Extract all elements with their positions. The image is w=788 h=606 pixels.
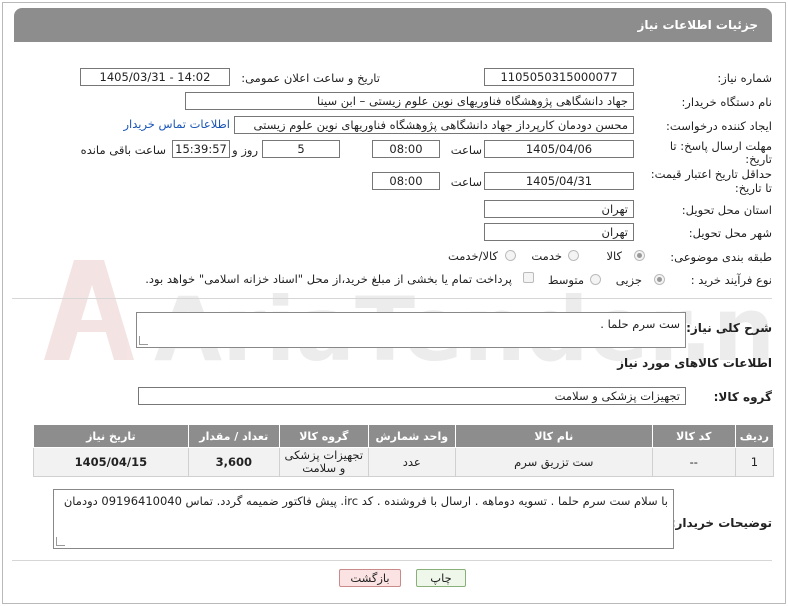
print-button[interactable]: چاپ xyxy=(416,569,466,587)
need-number-field: 1105050315000077 xyxy=(484,68,634,86)
announce-label: تاریخ و ساعت اعلان عمومی: xyxy=(241,71,380,85)
col-header-code: کد کالا xyxy=(651,424,736,448)
category-radio-goods[interactable] xyxy=(634,250,645,261)
process-radio-medium[interactable] xyxy=(590,274,601,285)
requester-label: ایجاد کننده درخواست: xyxy=(666,119,772,133)
buyer-org-label: نام دستگاه خریدار: xyxy=(681,95,772,109)
col-header-qty: تعداد / مقدار xyxy=(187,424,280,448)
category-label: طبقه بندی موضوعی: xyxy=(670,250,772,264)
city-field: تهران xyxy=(484,223,634,241)
category-option-goods: کالا xyxy=(606,249,622,263)
process-option-medium: متوسط xyxy=(547,273,584,287)
cell-unit: عدد xyxy=(367,447,456,477)
buyer-notes-label: توضیحات خریدار: xyxy=(670,516,772,530)
payment-note: پرداخت تمام یا بخشی از مبلغ خرید،از محل … xyxy=(145,272,512,286)
reply-date-field: 1405/04/06 xyxy=(484,140,634,158)
need-number-label: شماره نیاز: xyxy=(717,71,772,85)
city-label: شهر محل تحویل: xyxy=(688,226,772,240)
process-option-minor: جزیی xyxy=(615,273,642,287)
requester-field: محسن دودمان کارپرداز جهاد دانشگاهی پژوهش… xyxy=(234,116,634,134)
price-date-field: 1405/04/31 xyxy=(484,172,634,190)
price-time-field: 08:00 xyxy=(372,172,440,190)
price-time-label: ساعت xyxy=(450,175,482,189)
process-radio-minor[interactable] xyxy=(654,274,665,285)
reply-time-label: ساعت xyxy=(450,143,482,157)
resize-grip-icon[interactable] xyxy=(56,537,65,546)
description-textarea[interactable]: ست سرم حلما . xyxy=(136,312,686,348)
category-option-service: خدمت xyxy=(531,249,562,263)
remaining-time-field: 15:39:57 xyxy=(172,140,230,158)
days-field: 5 xyxy=(262,140,340,158)
back-button[interactable]: بازگشت xyxy=(339,569,401,587)
col-header-row: ردیف xyxy=(734,424,775,448)
divider xyxy=(12,560,772,561)
announce-field: 1405/03/31 - 14:02 xyxy=(80,68,230,86)
goods-group-field: تجهیزات پزشکی و سلامت xyxy=(138,387,686,405)
cell-qty: 3,600 xyxy=(187,447,280,477)
days-label: روز و xyxy=(232,143,258,157)
col-header-name: نام کالا xyxy=(454,424,653,448)
category-option-goods-service: کالا/خدمت xyxy=(447,249,498,263)
buyer-notes-textarea[interactable]: با سلام ست سرم حلما . تسویه دوماهه . ارس… xyxy=(53,489,674,549)
remaining-label: ساعت باقی مانده xyxy=(80,143,166,157)
buyer-notes-text: با سلام ست سرم حلما . تسویه دوماهه . ارس… xyxy=(63,494,668,508)
col-header-date: تاریخ نیاز xyxy=(33,424,189,448)
table-row: 1 -- ست تزریق سرم عدد تجهیزات پزشکی و سل… xyxy=(33,447,775,477)
province-label: استان محل تحویل: xyxy=(681,203,772,217)
reply-deadline-label-2: تاریخ: xyxy=(745,152,772,166)
reply-deadline-label: مهلت ارسال پاسخ: تا xyxy=(669,139,772,153)
resize-grip-icon[interactable] xyxy=(139,336,148,345)
cell-row: 1 xyxy=(734,447,775,477)
table-header-row: ردیف کد کالا نام کالا واحد شمارش گروه کا… xyxy=(33,424,775,448)
col-header-group: گروه کالا xyxy=(278,424,369,448)
col-header-unit: واحد شمارش xyxy=(367,424,456,448)
process-label: نوع فرآیند خرید : xyxy=(690,273,772,287)
cell-code: -- xyxy=(651,447,736,477)
description-text: ست سرم حلما . xyxy=(600,317,680,331)
cell-name: ست تزریق سرم xyxy=(454,447,653,477)
cell-date: 1405/04/15 xyxy=(33,447,189,477)
category-radio-service[interactable] xyxy=(568,250,579,261)
buyer-org-field: جهاد دانشگاهی پژوهشگاه فناوریهای نوین عل… xyxy=(185,92,634,110)
price-validity-label: حداقل تاریخ اعتبار قیمت: xyxy=(650,167,772,181)
description-label: شرح کلی نیاز: xyxy=(686,321,772,335)
treasury-payment-checkbox[interactable] xyxy=(523,272,534,283)
reply-time-field: 08:00 xyxy=(372,140,440,158)
page-header: جزئیات اطلاعات نیاز xyxy=(14,8,772,42)
divider xyxy=(12,298,772,299)
cell-group: تجهیزات پزشکی و سلامت xyxy=(278,447,369,477)
page-title: جزئیات اطلاعات نیاز xyxy=(637,18,758,32)
price-validity-label-2: تا تاریخ: xyxy=(734,181,772,195)
contact-info-link[interactable]: اطلاعات تماس خریدار xyxy=(123,117,230,131)
goods-section-title: اطلاعات کالاهای مورد نیاز xyxy=(617,356,772,370)
items-table: ردیف کد کالا نام کالا واحد شمارش گروه کا… xyxy=(33,424,775,477)
province-field: تهران xyxy=(484,200,634,218)
category-radio-goods-service[interactable] xyxy=(505,250,516,261)
goods-group-label: گروه کالا: xyxy=(713,390,772,404)
